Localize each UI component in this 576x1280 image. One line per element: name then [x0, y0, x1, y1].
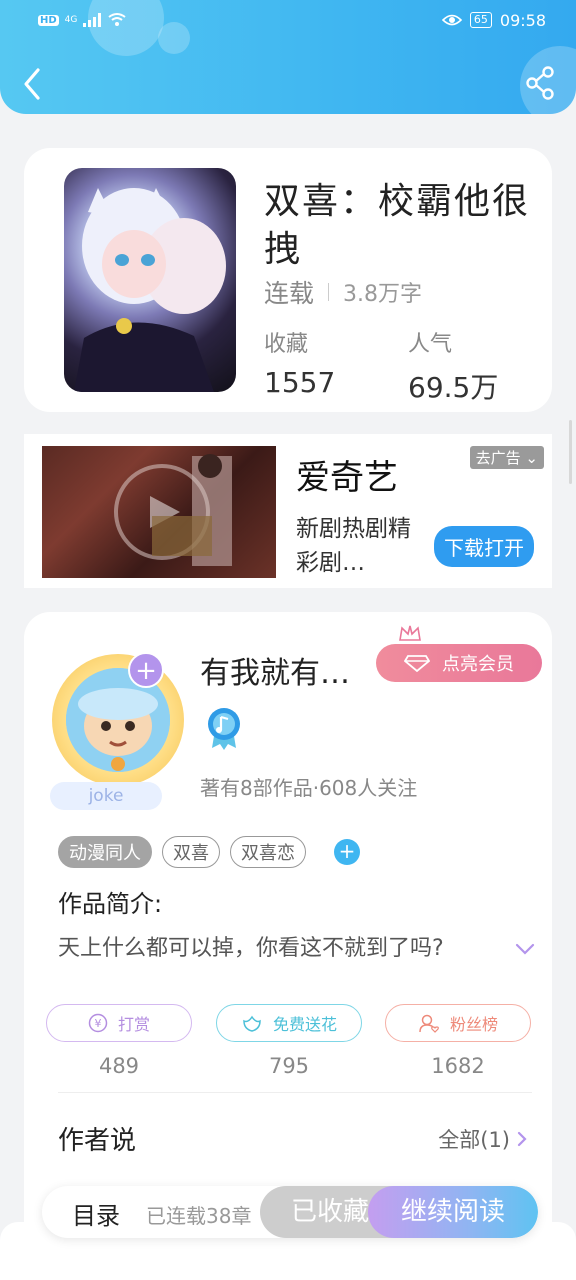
section-divider: [58, 1092, 532, 1093]
expand-chevron-icon[interactable]: [514, 942, 536, 956]
status-bar: HD 4G 65 09:58: [38, 8, 546, 32]
yen-coin-icon: ¥: [88, 1013, 108, 1033]
chapter-progress: 已连载38章: [146, 1204, 252, 1228]
vip-label: 点亮会员: [442, 654, 514, 675]
remove-ad-label: 去广告: [475, 449, 521, 467]
author-say-heading: 作者说: [58, 1126, 137, 1156]
send-flower-label: 免费送花: [272, 1015, 337, 1034]
battery-icon: 65: [469, 12, 492, 28]
word-count: 3.8万字: [343, 282, 423, 307]
tag-item[interactable]: 双喜恋: [230, 836, 306, 868]
avatar-frame[interactable]: [52, 654, 184, 786]
author-say-all-link[interactable]: 全部(1): [438, 1124, 528, 1154]
author-name[interactable]: 有我就有…: [200, 648, 350, 692]
back-button[interactable]: [18, 64, 48, 104]
diamond-icon: [404, 655, 430, 672]
share-button[interactable]: [526, 66, 556, 100]
fan-ranking-label: 粉丝榜: [449, 1015, 498, 1034]
tag-list: 动漫同人 双喜 双喜恋 +: [58, 836, 360, 868]
share-icon: [526, 66, 554, 100]
author-card: + joke 有我就有… 点亮会员 著有8部作品·608人关注 动漫同人 双喜 …: [24, 612, 552, 1252]
book-info-card: 双喜：校霸他很拽 连载 3.8万字 收藏 人气 1557 69.5万: [24, 148, 552, 412]
all-label: 全部(1): [438, 1128, 510, 1152]
ad-description: 新剧热剧精彩剧…: [296, 516, 411, 576]
book-cover[interactable]: [64, 168, 236, 392]
wifi-icon: [108, 13, 126, 26]
book-title: 双喜：校霸他很拽: [264, 181, 531, 270]
follow-plus-button[interactable]: +: [128, 652, 164, 688]
ad-image[interactable]: [42, 446, 276, 578]
intro-text: 天上什么都可以掉，你看这不就到了吗?: [58, 936, 444, 961]
flower-icon: [243, 1015, 261, 1032]
chevron-down-icon: ⌄: [525, 449, 538, 467]
header: HD 4G 65 09:58: [0, 0, 576, 114]
tag-item[interactable]: 动漫同人: [58, 836, 152, 868]
ad-download-button[interactable]: 下载打开: [434, 526, 534, 567]
send-flower-button[interactable]: 免费送花: [216, 1004, 362, 1042]
book-meta: 连载 3.8万字: [264, 274, 422, 310]
bottom-action-bar: 目录 已连载38章 已收藏 继续阅读: [42, 1186, 538, 1238]
add-tag-button[interactable]: +: [334, 839, 360, 865]
scrollbar[interactable]: [569, 420, 572, 484]
cover-illustration: [74, 188, 226, 392]
continue-reading-button[interactable]: 继续阅读: [368, 1186, 538, 1238]
svg-text:¥: ¥: [94, 1017, 101, 1030]
avatar-name-badge: joke: [50, 782, 162, 810]
eye-icon: [441, 14, 462, 26]
chevron-right-icon: [517, 1131, 527, 1147]
crown-icon: [399, 625, 421, 641]
vip-button[interactable]: 点亮会员: [376, 644, 542, 682]
popularity-value: 69.5万: [408, 371, 499, 404]
favorites-value: 1557: [264, 366, 336, 399]
ad-video-frame: [114, 454, 232, 566]
favorites-label: 收藏: [264, 332, 309, 357]
ad-banner[interactable]: 爱奇艺 新剧热剧精彩剧… 去广告 ⌄ 下载打开: [24, 434, 552, 588]
network-type: 4G: [64, 15, 78, 25]
chevron-left-icon: [24, 68, 40, 100]
author-stats: 著有8部作品·608人关注: [200, 776, 418, 800]
flower-count: 795: [268, 1054, 310, 1078]
tag-item[interactable]: 双喜: [162, 836, 220, 868]
toc-button[interactable]: 目录: [72, 1196, 120, 1231]
hd-icon: HD: [38, 14, 59, 26]
serial-status: 连载: [264, 279, 315, 308]
reward-button[interactable]: ¥ 打赏: [46, 1004, 192, 1042]
meta-divider: [328, 283, 330, 301]
reward-count: 489: [98, 1054, 140, 1078]
ad-title: 爱奇艺: [296, 458, 398, 498]
fan-ranking-button[interactable]: 粉丝榜: [385, 1004, 531, 1042]
clock: 09:58: [499, 10, 546, 30]
fan-user-icon: [419, 1014, 439, 1033]
popularity-label: 人气: [408, 332, 453, 357]
signal-icon: [83, 13, 102, 27]
intro-label: 作品简介:: [58, 890, 163, 918]
remove-ad-button[interactable]: 去广告 ⌄: [469, 446, 544, 469]
author-medal-icon[interactable]: [206, 706, 242, 750]
reward-label: 打赏: [117, 1015, 150, 1034]
fan-count: 1682: [431, 1054, 485, 1078]
